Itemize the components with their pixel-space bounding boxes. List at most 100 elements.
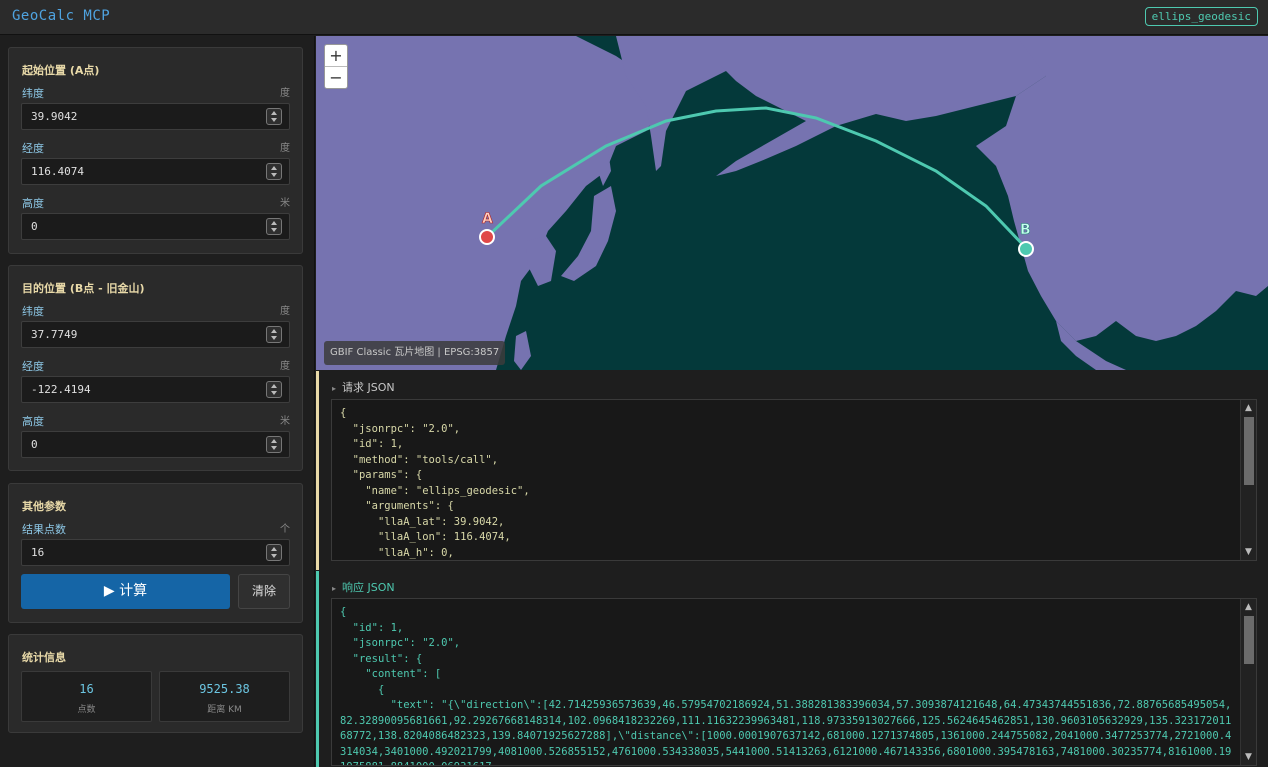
start-lon-value: 116.4074 xyxy=(31,165,84,178)
start-h-unit: 米 xyxy=(280,198,290,209)
start-position-title: 起始位置 (A点) xyxy=(22,64,100,77)
code-line: "params": { xyxy=(352,469,423,481)
start-lat-value: 39.9042 xyxy=(31,110,78,123)
request-scrollbar[interactable]: ▲ ▼ xyxy=(1240,400,1256,560)
start-h-spinner[interactable] xyxy=(266,218,282,235)
stat-distance-value: 9525.38 xyxy=(199,682,250,696)
start-h-input[interactable]: 0 xyxy=(21,213,290,240)
dest-lon-label: 经度 xyxy=(22,360,44,373)
response-json-text: { "id": 1, "jsonrpc": "2.0", "result": {… xyxy=(340,605,1236,765)
dest-h-label: 高度 xyxy=(22,415,44,428)
code-line: "arguments": { xyxy=(365,500,454,512)
request-header-label: 请求 JSON xyxy=(342,381,395,394)
other-params-title: 其他参数 xyxy=(22,500,66,513)
code-line: { xyxy=(377,683,385,696)
response-scrollbar[interactable]: ▲ ▼ xyxy=(1240,599,1256,765)
other-params-card: 其他参数 结果点数 个 16 ▶ 计算 清除 xyxy=(8,483,303,623)
map-attribution: GBIF Classic 瓦片地图 | EPSG:3857 xyxy=(324,341,506,365)
dest-h-value: 0 xyxy=(31,438,38,451)
zoom-out-button[interactable]: − xyxy=(325,67,347,89)
start-lon-input[interactable]: 116.4074 xyxy=(21,158,290,185)
code-line: "llaA_h": 0, xyxy=(340,546,454,559)
code-line: "text": "{\"direction\":[42.714259365736… xyxy=(340,699,1232,765)
marker-a xyxy=(479,229,495,245)
marker-a-label: A xyxy=(482,211,493,227)
dest-lon-value: -122.4194 xyxy=(31,383,91,396)
dest-h-unit: 米 xyxy=(280,416,290,427)
stat-distance: 9525.38 距离 KM xyxy=(159,671,290,722)
start-position-card: 起始位置 (A点) 纬度 度 39.9042 经度 度 116.4074 高度 … xyxy=(8,47,303,254)
request-json-text: { "jsonrpc": "2.0", "id": 1, "method": "… xyxy=(340,406,1236,560)
stats-card: 统计信息 16 点数 9525.38 距离 KM xyxy=(8,634,303,733)
scroll-down-icon[interactable]: ▼ xyxy=(1245,547,1252,557)
dest-lat-unit: 度 xyxy=(280,306,290,317)
code-line: "content": [ xyxy=(365,668,442,680)
marker-b xyxy=(1018,241,1034,257)
map-view[interactable]: A B + − GBIF Classic 瓦片地图 | EPSG:3857 xyxy=(316,36,1268,370)
stat-points-label: 点数 xyxy=(77,705,96,715)
start-h-label: 高度 xyxy=(22,197,44,210)
dest-lon-unit: 度 xyxy=(280,361,290,372)
dest-position-title: 目的位置 (B点 - 旧金山) xyxy=(22,282,145,295)
zoom-control: + − xyxy=(324,44,348,89)
response-header[interactable]: ▸ 响应 JSON xyxy=(332,579,395,595)
request-json-box[interactable]: { "jsonrpc": "2.0", "id": 1, "method": "… xyxy=(331,399,1257,561)
count-input[interactable]: 16 xyxy=(21,539,290,566)
dest-lat-value: 37.7749 xyxy=(31,328,78,341)
clear-button[interactable]: 清除 xyxy=(238,574,290,609)
code-line: "result": { xyxy=(352,652,423,665)
start-h-value: 0 xyxy=(31,220,38,233)
dest-h-spinner[interactable] xyxy=(266,436,282,453)
code-line: { xyxy=(340,407,347,419)
start-lat-input[interactable]: 39.9042 xyxy=(21,103,290,130)
code-line: "jsonrpc": "2.0", xyxy=(352,422,461,435)
scroll-down-icon[interactable]: ▼ xyxy=(1245,752,1252,762)
request-scroll-thumb[interactable] xyxy=(1244,417,1254,485)
dest-position-card: 目的位置 (B点 - 旧金山) 纬度 度 37.7749 经度 度 -122.4… xyxy=(8,265,303,471)
top-bar: GeoCalc MCP ellips_geodesic xyxy=(0,0,1268,35)
collapse-triangle-icon: ▸ xyxy=(332,584,337,593)
count-spinner[interactable] xyxy=(266,544,282,561)
request-panel: ▸ 请求 JSON { "jsonrpc": "2.0", "id": 1, "m… xyxy=(316,371,1268,570)
response-header-label: 响应 JSON xyxy=(342,581,395,594)
request-header[interactable]: ▸ 请求 JSON xyxy=(332,379,395,395)
start-lat-spinner[interactable] xyxy=(266,108,282,125)
code-line: "llaA_lat": 39.9042, xyxy=(377,515,505,528)
start-lon-label: 经度 xyxy=(22,142,44,155)
response-accent-bar xyxy=(316,571,319,767)
zoom-in-button[interactable]: + xyxy=(325,45,347,67)
count-label: 结果点数 xyxy=(22,523,66,536)
scroll-up-icon[interactable]: ▲ xyxy=(1245,602,1252,612)
start-lat-unit: 度 xyxy=(280,88,290,99)
dest-lat-label: 纬度 xyxy=(22,305,44,318)
count-unit: 个 xyxy=(280,524,290,535)
dest-lon-spinner[interactable] xyxy=(266,381,282,398)
code-line: "jsonrpc": "2.0", xyxy=(352,637,461,649)
app-title: GeoCalc MCP xyxy=(12,8,111,24)
code-line: "llaA_lon": 116.4074, xyxy=(377,531,511,543)
request-accent-bar xyxy=(316,371,319,570)
dest-lon-input[interactable]: -122.4194 xyxy=(21,376,290,403)
dest-h-input[interactable]: 0 xyxy=(21,431,290,458)
sidebar: 起始位置 (A点) 纬度 度 39.9042 经度 度 116.4074 高度 … xyxy=(0,36,315,767)
start-lon-unit: 度 xyxy=(280,143,290,154)
dest-lat-spinner[interactable] xyxy=(266,326,282,343)
code-line: "method": "tools/call", xyxy=(352,453,499,466)
calculate-button[interactable]: ▶ 计算 xyxy=(21,574,230,609)
collapse-triangle-icon: ▸ xyxy=(332,384,337,393)
marker-layer: A B xyxy=(479,211,1034,257)
code-line: "id": 1, xyxy=(352,438,404,450)
stat-distance-label: 距离 KM xyxy=(207,705,242,715)
code-line: "name": "ellips_geodesic", xyxy=(365,484,530,497)
stat-points: 16 点数 xyxy=(21,671,152,722)
scroll-up-icon[interactable]: ▲ xyxy=(1245,403,1252,413)
start-lat-label: 纬度 xyxy=(22,87,44,100)
count-value: 16 xyxy=(31,546,45,559)
code-line: "id": 1, xyxy=(352,621,404,634)
response-scroll-thumb[interactable] xyxy=(1244,616,1254,664)
code-line: { xyxy=(340,606,347,618)
start-lon-spinner[interactable] xyxy=(266,163,282,180)
response-json-box[interactable]: { "id": 1, "jsonrpc": "2.0", "result": {… xyxy=(331,598,1257,766)
dest-lat-input[interactable]: 37.7749 xyxy=(21,321,290,348)
response-panel: ▸ 响应 JSON { "id": 1, "jsonrpc": "2.0", "r… xyxy=(316,571,1268,767)
